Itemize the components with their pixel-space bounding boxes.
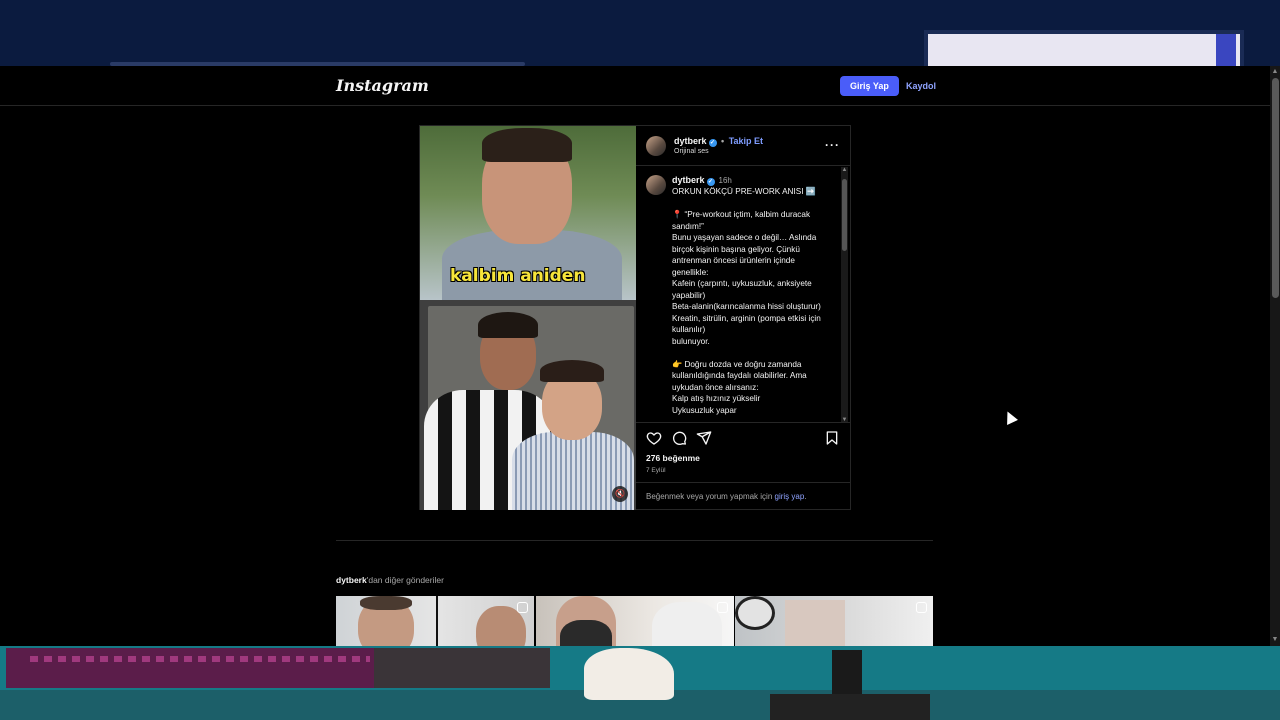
more-posts-heading: dytberk'dan diğer gönderiler	[336, 575, 444, 585]
login-prompt: Beğenmek veya yorum yapmak için giriş ya…	[636, 482, 850, 510]
scroll-up-arrow-icon[interactable]: ▲	[841, 167, 848, 173]
reels-icon	[916, 602, 927, 613]
heart-icon[interactable]	[646, 430, 662, 446]
reel-thumbnail[interactable]	[735, 596, 933, 646]
post-author: dytberk ✓ • Takip Et	[674, 136, 763, 147]
reel-thumbnail[interactable]	[336, 596, 534, 646]
more-posts-grid	[336, 596, 933, 646]
post-media[interactable]: kalbim aniden 🔇	[420, 126, 636, 510]
background-stripe	[30, 656, 370, 662]
login-button[interactable]: Giriş Yap	[840, 76, 899, 96]
machine-body	[770, 694, 930, 720]
reel-thumbnail[interactable]	[536, 596, 734, 646]
caption-text: ORKUN KÖKÇÜ PRE-WORK ANISI ➡️ 📍 “Pre-wor…	[672, 187, 821, 415]
caption-time: 16h	[718, 176, 732, 185]
like-count[interactable]: 276 beğenme	[646, 453, 700, 463]
background-panel-accent	[1216, 34, 1236, 66]
thumbnail-top	[560, 620, 612, 646]
video-caption-overlay: kalbim aniden	[450, 266, 586, 286]
video-frame-bottom	[420, 300, 636, 510]
caption-scroll-thumb[interactable]	[842, 179, 847, 251]
player-hair	[478, 312, 538, 338]
caption-scrollbar[interactable]: ▲ ▼	[841, 167, 848, 422]
more-posts-suffix: 'dan diğer gönderiler	[366, 575, 444, 585]
bookmark-icon[interactable]	[824, 430, 840, 446]
background-block-pink	[6, 648, 374, 688]
caption-username[interactable]: dytberk	[672, 175, 705, 185]
verified-badge-icon: ✓	[706, 178, 715, 186]
screen: Instagram Giriş Yap Kaydol kalbim aniden	[0, 0, 1280, 720]
author-username[interactable]: dytberk	[674, 136, 707, 146]
thumbnail-hair	[360, 596, 412, 610]
section-divider	[336, 540, 933, 541]
machine-pole	[832, 650, 862, 700]
scroll-down-arrow-icon[interactable]: ▼	[1271, 636, 1279, 644]
caption-author: dytberk ✓ 16h	[672, 175, 732, 186]
scroll-down-arrow-icon[interactable]: ▼	[841, 417, 848, 422]
send-icon[interactable]	[696, 430, 712, 446]
thumbnail-lamp	[735, 596, 775, 630]
avatar[interactable]	[646, 175, 666, 195]
signup-link[interactable]: Kaydol	[906, 81, 936, 91]
page-scroll-thumb[interactable]	[1272, 78, 1279, 298]
background-block-dark	[374, 648, 550, 688]
pixel-cat-sprite	[584, 648, 674, 700]
video-frame-top: kalbim aniden	[420, 126, 636, 302]
reels-icon	[717, 602, 728, 613]
login-prompt-end: .	[804, 492, 807, 501]
post-date: 7 Eylül	[646, 467, 666, 474]
post-sidebar: dytberk ✓ • Takip Et Orijinal ses ··· dyt…	[636, 126, 850, 510]
login-prompt-link[interactable]: giriş yap	[775, 492, 805, 501]
thumbnail-person	[785, 600, 845, 646]
more-options-icon[interactable]: ···	[825, 138, 840, 152]
verified-badge-icon: ✓	[708, 139, 717, 147]
page-scrollbar[interactable]: ▲ ▼	[1270, 66, 1280, 646]
avatar[interactable]	[646, 136, 666, 156]
follow-button[interactable]: Takip Et	[729, 136, 763, 146]
speaker-muted-icon[interactable]: 🔇	[612, 486, 628, 502]
post-card: kalbim aniden 🔇 dytberk ✓ • Takip Et Ori…	[419, 125, 851, 510]
caption-section: dytberk ✓ 16h ORKUN KÖKÇÜ PRE-WORK ANISI ➡…	[636, 167, 850, 423]
thumbnail-divider	[436, 596, 438, 646]
login-prompt-text: Beğenmek veya yorum yapmak için	[646, 492, 773, 501]
scroll-up-arrow-icon[interactable]: ▲	[1271, 68, 1279, 76]
post-header: dytberk ✓ • Takip Et Orijinal ses ···	[636, 126, 850, 166]
person-hair	[482, 128, 572, 162]
comment-icon[interactable]	[671, 430, 687, 446]
background-panel	[924, 30, 1244, 70]
instagram-logo[interactable]: Instagram	[336, 76, 429, 95]
audio-label[interactable]: Orijinal ses	[674, 148, 709, 155]
browser-viewport: Instagram Giriş Yap Kaydol kalbim aniden	[0, 66, 1280, 646]
more-posts-username[interactable]: dytberk	[336, 575, 367, 585]
separator-dot: •	[721, 136, 725, 146]
pixel-machine-sprite	[770, 650, 930, 720]
reels-icon	[517, 602, 528, 613]
top-nav: Instagram Giriş Yap Kaydol	[0, 66, 1270, 106]
thumbnail-person	[652, 602, 722, 646]
host-hair	[540, 360, 604, 382]
post-actions	[636, 430, 850, 452]
